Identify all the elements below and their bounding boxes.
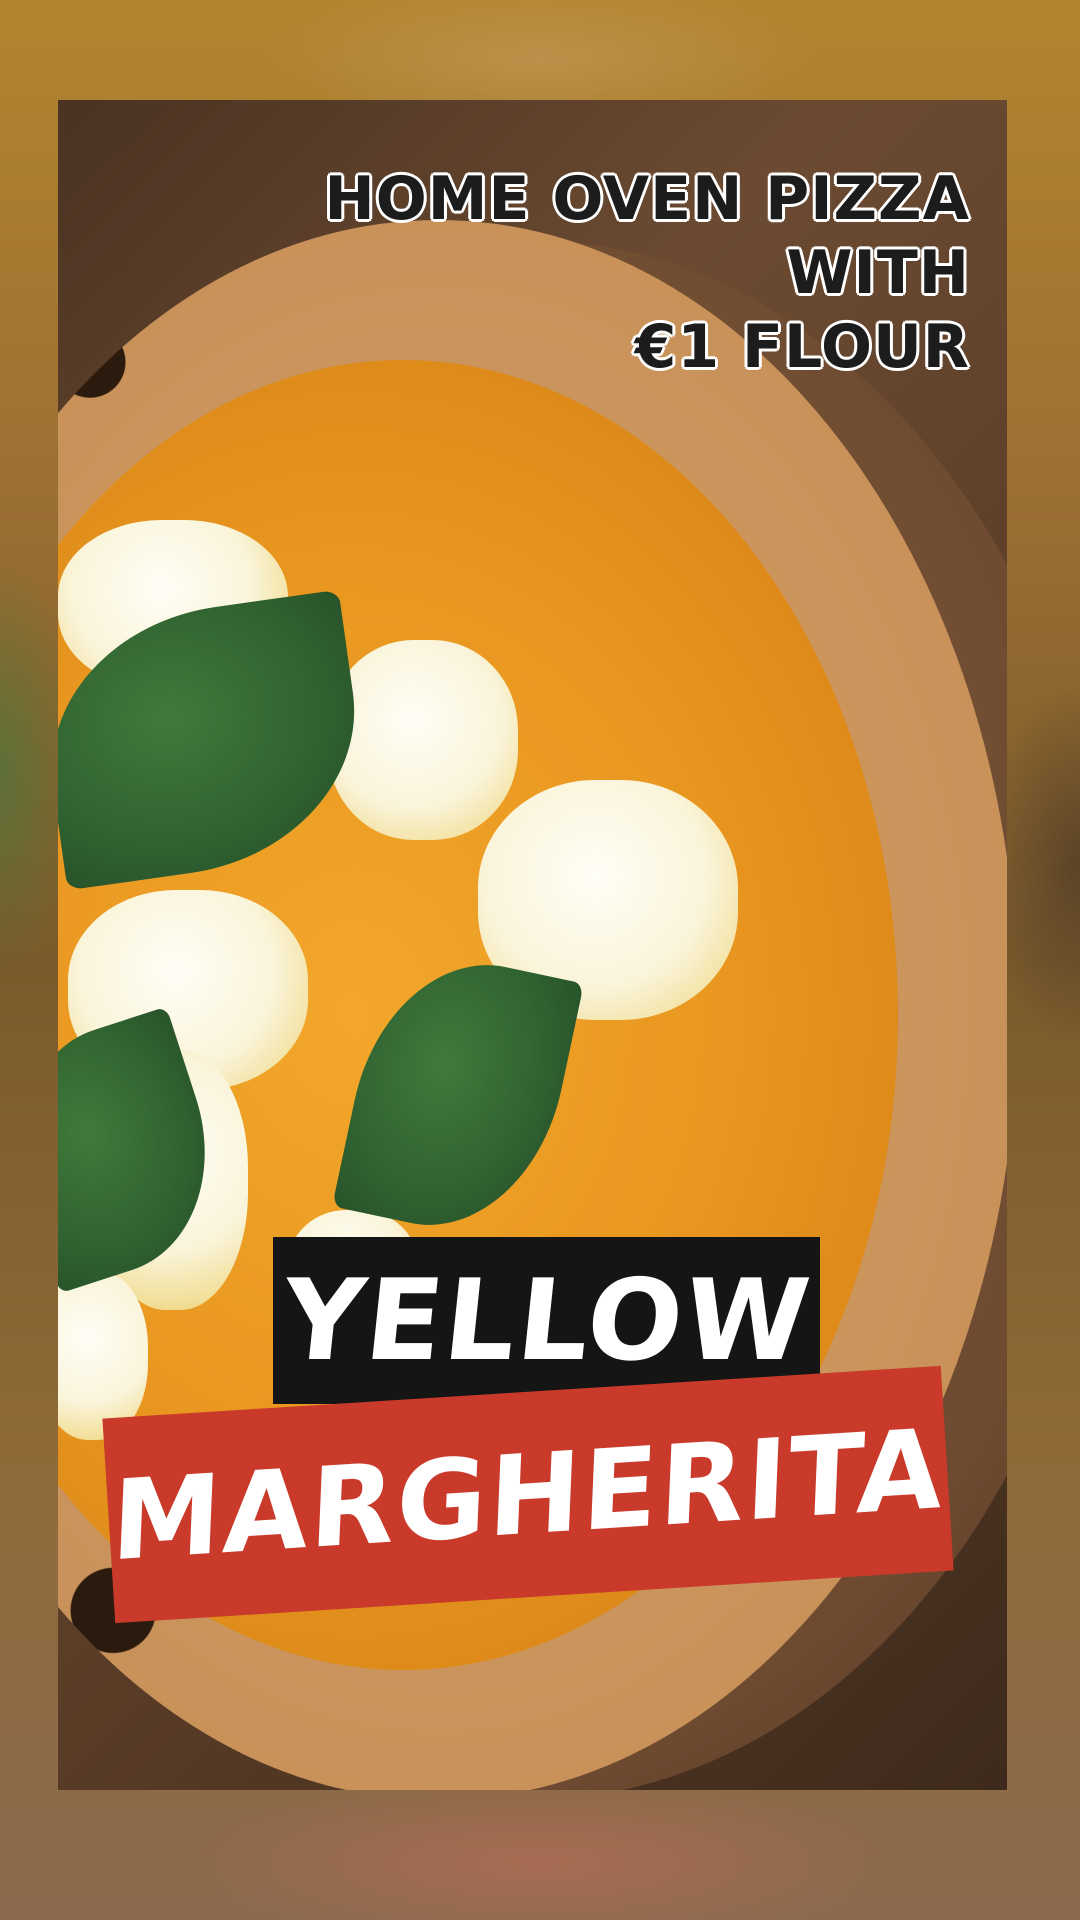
headline-line-1: HOME OVEN PIZZA <box>324 164 970 234</box>
headline-line-2: WITH <box>786 238 970 308</box>
margherita-label-text: MARGHERITA <box>109 1404 947 1585</box>
headline: HOME OVEN PIZZA WITH €1 FLOUR <box>325 162 970 384</box>
yellow-label-text: YELLOW <box>276 1255 817 1386</box>
mozzarella-piece <box>328 640 518 840</box>
headline-line-3: €1 FLOUR <box>634 312 970 382</box>
mozzarella-piece <box>58 1270 148 1440</box>
